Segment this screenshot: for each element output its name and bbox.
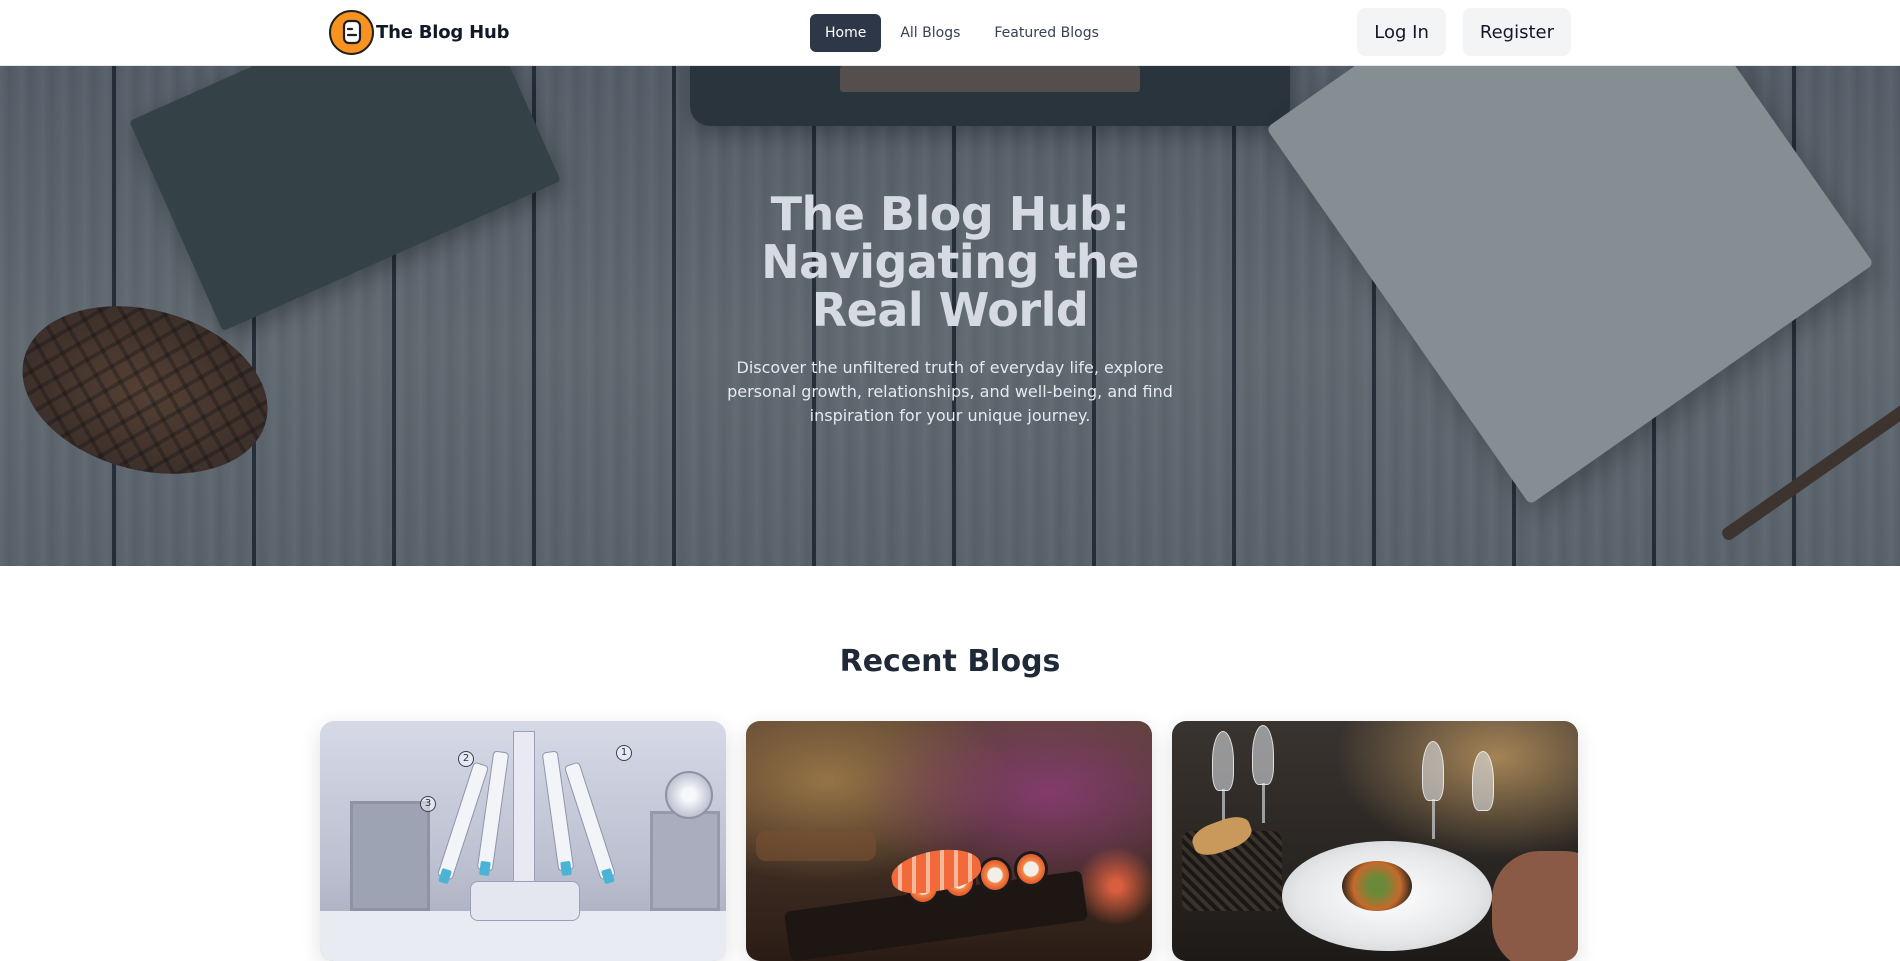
brand-name: The Blog Hub — [376, 21, 510, 43]
hero-subtitle: Discover the unfiltered truth of everyda… — [727, 358, 1173, 425]
brand[interactable]: The Blog Hub — [329, 9, 510, 55]
recent-blogs-grid: 2 1 3 — [320, 721, 1578, 961]
main-nav: Home All Blogs Featured Blogs — [810, 14, 1114, 52]
blog-card-fine-dining[interactable] — [1172, 721, 1578, 961]
blogger-logo-icon — [329, 9, 374, 55]
nav-all-blogs[interactable]: All Blogs — [885, 14, 975, 52]
nav-featured-blogs[interactable]: Featured Blogs — [979, 14, 1113, 52]
hero-banner: The Blog Hub: Navigating the Real World … — [0, 66, 1900, 566]
register-button[interactable]: Register — [1462, 8, 1571, 56]
hero-title: The Blog Hub: Navigating the Real World — [761, 187, 1139, 337]
sushi-image — [746, 721, 1152, 961]
nav-home[interactable]: Home — [810, 14, 882, 52]
site-header: The Blog Hub Home All Blogs Featured Blo… — [0, 0, 1900, 66]
blog-card-robotic-surgery[interactable]: 2 1 3 — [320, 721, 726, 961]
blog-card-sushi[interactable] — [746, 721, 1152, 961]
login-button[interactable]: Log In — [1357, 8, 1446, 56]
fine-dining-image — [1172, 721, 1578, 961]
auth-actions: Log In Register — [1357, 8, 1571, 56]
robotic-surgery-image: 2 1 3 — [320, 721, 726, 961]
recent-blogs-title: Recent Blogs — [839, 644, 1061, 679]
hero-content: The Blog Hub: Navigating the Real World … — [700, 190, 1200, 428]
